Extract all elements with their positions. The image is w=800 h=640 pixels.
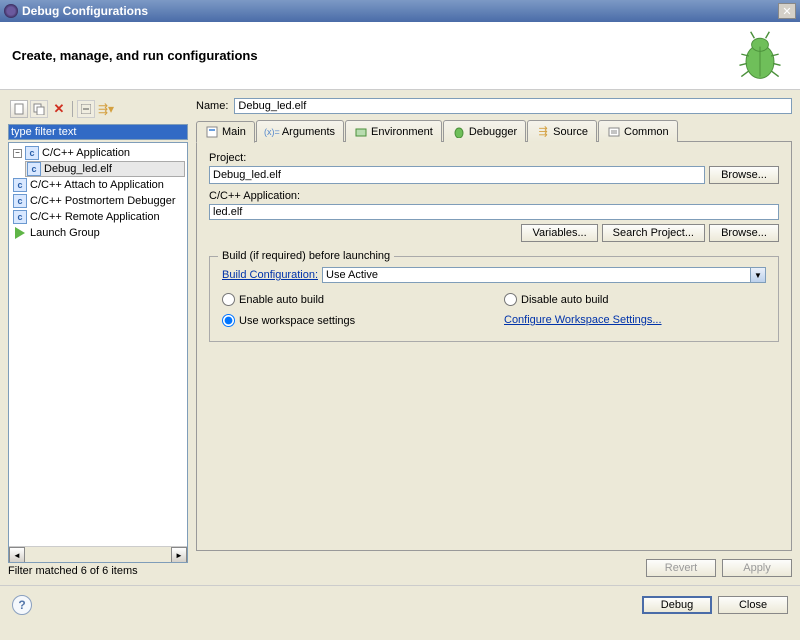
source-tab-icon: ⇶ <box>536 125 550 139</box>
close-button[interactable]: Close <box>718 596 788 614</box>
tab-bar: Main (x)=Arguments Environment Debugger … <box>196 120 792 142</box>
app-input[interactable] <box>209 204 779 220</box>
duplicate-config-button[interactable] <box>30 100 48 118</box>
titlebar: Debug Configurations ✕ <box>0 0 800 22</box>
build-config-link[interactable]: Build Configuration: <box>222 269 318 281</box>
tree-hscrollbar[interactable]: ◄ ► <box>9 546 187 562</box>
filter-menu-button[interactable]: ⇶▾ <box>97 100 115 118</box>
window-title: Debug Configurations <box>22 4 148 18</box>
header-title: Create, manage, and run configurations <box>12 48 258 63</box>
filter-input[interactable] <box>8 124 188 140</box>
use-workspace-radio[interactable]: Use workspace settings <box>222 314 484 327</box>
search-project-button[interactable]: Search Project... <box>602 224 705 242</box>
c-icon: c <box>13 210 27 224</box>
chevron-down-icon[interactable]: ▼ <box>750 267 766 283</box>
tree-item-cpp-app[interactable]: −cC/C++ Application <box>11 145 185 161</box>
disable-auto-radio[interactable]: Disable auto build <box>504 293 766 306</box>
left-toolbar: ✕ ⇶▾ <box>8 98 188 120</box>
footer: ? Debug Close <box>0 585 800 623</box>
build-group: Build (if required) before launching Bui… <box>209 256 779 342</box>
revert-button[interactable]: Revert <box>646 559 716 577</box>
main-tab-panel: Project: Browse... C/C++ Application: Va… <box>196 141 792 551</box>
scroll-right-button[interactable]: ► <box>171 547 187 563</box>
tree-item-launch-group[interactable]: Launch Group <box>11 225 185 241</box>
config-tree[interactable]: −cC/C++ Application cDebug_led.elf cC/C+… <box>8 142 188 563</box>
app-browse-button[interactable]: Browse... <box>709 224 779 242</box>
tree-item-cpp-postmortem[interactable]: cC/C++ Postmortem Debugger <box>11 193 185 209</box>
apply-button[interactable]: Apply <box>722 559 792 577</box>
configure-workspace-link[interactable]: Configure Workspace Settings... <box>504 314 766 327</box>
c-icon: c <box>25 146 39 160</box>
header: Create, manage, and run configurations <box>0 22 800 90</box>
environment-tab-icon <box>354 125 368 139</box>
tab-common[interactable]: Common <box>598 120 678 142</box>
scroll-left-button[interactable]: ◄ <box>9 547 25 563</box>
collapse-all-button[interactable] <box>77 100 95 118</box>
project-label: Project: <box>209 152 779 164</box>
app-label: C/C++ Application: <box>209 190 779 202</box>
close-window-button[interactable]: ✕ <box>778 3 796 19</box>
project-input[interactable] <box>209 166 705 184</box>
delete-config-button[interactable]: ✕ <box>50 100 68 118</box>
tree-item-cpp-attach[interactable]: cC/C++ Attach to Application <box>11 177 185 193</box>
debug-button[interactable]: Debug <box>642 596 712 614</box>
collapse-icon[interactable]: − <box>13 149 22 158</box>
new-config-button[interactable] <box>10 100 28 118</box>
c-icon: c <box>13 178 27 192</box>
bug-icon <box>732 28 788 84</box>
c-icon: c <box>13 194 27 208</box>
main-tab-icon <box>205 125 219 139</box>
tab-main[interactable]: Main <box>196 121 255 143</box>
name-input[interactable] <box>234 98 792 114</box>
tree-item-debug-led[interactable]: cDebug_led.elf <box>25 161 185 177</box>
debugger-tab-icon <box>452 125 466 139</box>
launch-group-icon <box>13 226 27 240</box>
c-icon: c <box>27 162 41 176</box>
tab-arguments[interactable]: (x)=Arguments <box>256 120 344 142</box>
common-tab-icon <box>607 125 621 139</box>
enable-auto-radio[interactable]: Enable auto build <box>222 293 484 306</box>
tab-environment[interactable]: Environment <box>345 120 442 142</box>
build-config-select[interactable]: Use Active ▼ <box>322 267 766 283</box>
project-browse-button[interactable]: Browse... <box>709 166 779 184</box>
variables-button[interactable]: Variables... <box>521 224 597 242</box>
name-label: Name: <box>196 100 228 112</box>
arguments-tab-icon: (x)= <box>265 125 279 139</box>
help-button[interactable]: ? <box>12 595 32 615</box>
tab-source[interactable]: ⇶Source <box>527 120 597 142</box>
app-icon <box>4 4 18 18</box>
filter-status: Filter matched 6 of 6 items <box>8 565 188 577</box>
left-panel: ✕ ⇶▾ −cC/C++ Application cDebug_led.elf … <box>8 98 188 577</box>
tab-debugger[interactable]: Debugger <box>443 120 526 142</box>
build-group-title: Build (if required) before launching <box>218 250 394 262</box>
tree-item-cpp-remote[interactable]: cC/C++ Remote Application <box>11 209 185 225</box>
right-panel: Name: Main (x)=Arguments Environment Deb… <box>196 98 792 577</box>
